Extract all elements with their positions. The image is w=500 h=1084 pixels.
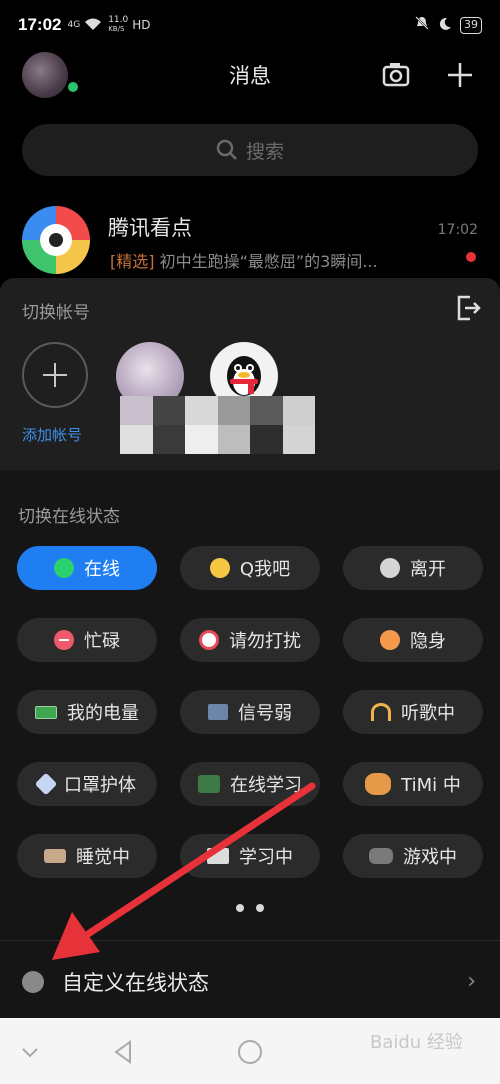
nav-hide-button[interactable] <box>14 1036 46 1068</box>
hd-indicator: HD <box>132 18 151 32</box>
unread-dot <box>466 252 476 262</box>
camera-button[interactable] <box>378 58 414 92</box>
account-name-mosaic <box>120 396 315 454</box>
status-online-button[interactable]: 在线 <box>17 546 157 590</box>
nav-home-button[interactable] <box>234 1036 266 1068</box>
status-timi-button[interactable]: TiMi 中 <box>343 762 483 806</box>
back-triangle-icon <box>114 1040 131 1064</box>
weak-signal-icon <box>208 704 228 720</box>
status-studying-button[interactable]: 学习中 <box>180 834 320 878</box>
conversation-name: 腾讯看点 <box>108 216 192 240</box>
pencil-icon <box>22 971 44 993</box>
online-dot-icon <box>54 558 74 578</box>
status-invisible-button[interactable]: 隐身 <box>343 618 483 662</box>
preview-text: 初中生跑操“最憋屈”的3瞬间... <box>154 252 378 271</box>
status-grid: 在线 Q我吧 离开 忙碌 请勿打扰 隐身 我的电量 信号弱 听歌中 口罩护体 在… <box>17 546 483 878</box>
status-sleeping-button[interactable]: 睡觉中 <box>17 834 157 878</box>
search-icon <box>216 139 237 160</box>
page-dot <box>256 904 264 912</box>
moon-icon <box>438 16 452 35</box>
network-type: 4G <box>67 19 81 30</box>
status-busy-button[interactable]: 忙碌 <box>17 618 157 662</box>
mask-icon <box>34 772 58 796</box>
page-dot <box>236 904 244 912</box>
conversation-time: 17:02 <box>437 222 478 238</box>
logout-icon <box>457 295 481 321</box>
conversation-preview: [精选] 初中生跑操“最憋屈”的3瞬间... <box>110 248 430 272</box>
status-weak-signal-button[interactable]: 信号弱 <box>180 690 320 734</box>
page-indicator <box>0 904 500 912</box>
add-account-label[interactable]: 添加帐号 <box>22 424 82 445</box>
online-status-title: 切换在线状态 <box>18 507 120 527</box>
plus-icon <box>448 63 472 87</box>
network-speed: 11.0 KB/S <box>108 15 129 34</box>
plus-icon <box>43 363 67 387</box>
status-mask-button[interactable]: 口罩护体 <box>17 762 157 806</box>
status-away-button[interactable]: 离开 <box>343 546 483 590</box>
account-switch-title: 切换帐号 <box>22 303 90 323</box>
smile-icon <box>209 558 230 578</box>
status-dnd-button[interactable]: 请勿打扰 <box>180 618 320 662</box>
headphones-icon <box>371 703 391 721</box>
nav-back-button[interactable] <box>108 1036 140 1068</box>
invisible-icon <box>380 630 400 650</box>
status-sheet: 切换帐号 添加帐号 切换在线状态 在线 Q我吧 离开 忙碌 请勿打扰 隐身 我的… <box>0 278 500 1084</box>
battery-icon <box>35 705 57 719</box>
status-time: 17:02 <box>18 15 62 34</box>
custom-status-label: 自定义在线状态 <box>62 971 209 995</box>
status-battery-button[interactable]: 我的电量 <box>17 690 157 734</box>
search-placeholder: 搜索 <box>245 140 284 163</box>
chevron-down-icon <box>22 1048 38 1058</box>
gamepad-icon <box>369 848 393 864</box>
bed-icon <box>44 849 66 863</box>
blackboard-icon <box>198 775 220 793</box>
preview-tag: [精选] <box>110 252 155 271</box>
baidu-watermark: Baidu 经验 <box>370 1032 463 1053</box>
book-icon <box>207 848 229 864</box>
status-bar: 17:02 4G 11.0 KB/S HD 39 <box>0 0 500 50</box>
clock-icon <box>380 558 400 578</box>
timi-icon <box>365 773 392 795</box>
page-title: 消息 <box>229 64 271 88</box>
status-gaming-button[interactable]: 游戏中 <box>343 834 483 878</box>
home-circle-icon <box>238 1040 262 1064</box>
search-bar[interactable]: 搜索 <box>22 124 478 176</box>
conversation-item[interactable]: 腾讯看点 [精选] 初中生跑操“最憋屈”的3瞬间... 17:02 <box>0 196 500 286</box>
chevron-right-icon: › <box>467 969 476 994</box>
busy-icon <box>54 630 74 650</box>
battery-indicator: 39 <box>460 16 482 34</box>
silent-icon <box>414 15 430 35</box>
tencent-kandian-logo <box>22 206 90 274</box>
top-header: 消息 <box>0 48 500 104</box>
logout-button[interactable] <box>452 292 484 324</box>
do-not-disturb-icon <box>199 630 219 650</box>
add-account-button[interactable] <box>22 342 88 408</box>
add-button[interactable] <box>442 58 478 92</box>
status-qme-button[interactable]: Q我吧 <box>180 546 320 590</box>
wifi-icon <box>84 16 102 35</box>
camera-icon <box>382 63 410 87</box>
account-switch-panel: 切换帐号 添加帐号 <box>0 278 500 470</box>
custom-status-row[interactable]: 自定义在线状态 › <box>0 940 500 1018</box>
status-online-study-button[interactable]: 在线学习 <box>180 762 320 806</box>
status-music-button[interactable]: 听歌中 <box>343 690 483 734</box>
